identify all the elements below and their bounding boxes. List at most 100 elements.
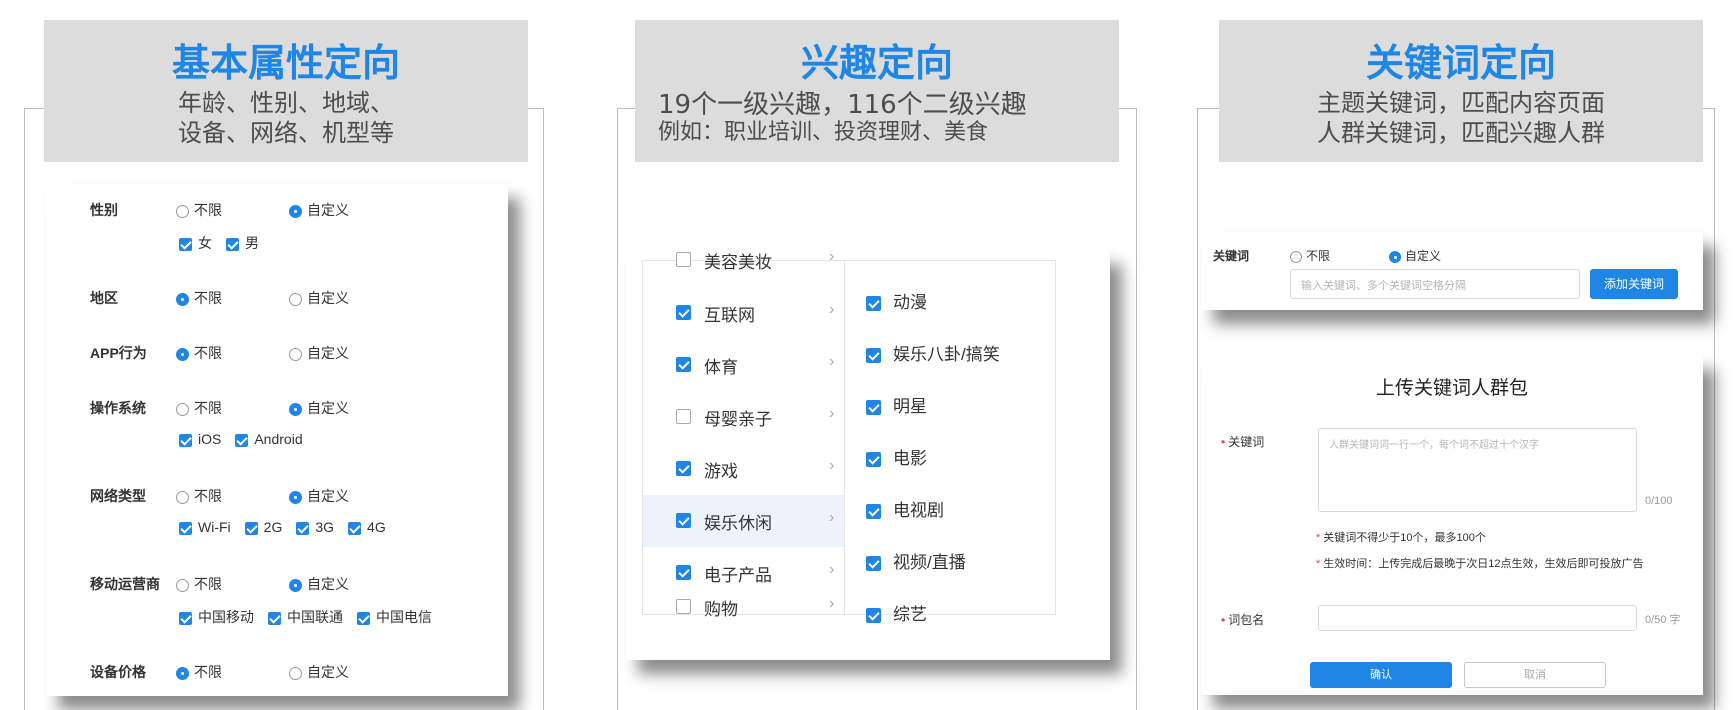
checkbox-checked-icon <box>179 611 192 625</box>
radio-checked-icon <box>289 578 302 592</box>
cancel-button[interactable]: 取消 <box>1464 662 1606 688</box>
panel3-subtitle-2: 人群关键词，匹配兴趣人群 <box>1317 119 1605 147</box>
region-unlimited-option[interactable]: 不限 <box>176 288 222 308</box>
carrier-unlimited-option[interactable]: 不限 <box>176 574 222 594</box>
interest-item-shopping[interactable]: 购物 › <box>643 591 844 619</box>
keyword-custom-option[interactable]: 自定义 <box>1389 247 1441 264</box>
panel2-banner: 兴趣定向 19个一级兴趣，116个二级兴趣 例如：职业培训、投资理财、美食 <box>635 20 1119 162</box>
gender-unlimited-option[interactable]: 不限 <box>176 200 222 220</box>
checkbox-checked-icon <box>676 357 691 372</box>
checkbox-checked-icon <box>235 433 249 447</box>
os-ios-checkbox[interactable]: iOS <box>179 431 221 447</box>
gender-sub-options: 女男 <box>179 233 273 253</box>
sub-interest-video-live[interactable]: 视频/直播 <box>866 548 966 573</box>
confirm-button[interactable]: 确认 <box>1310 662 1452 688</box>
chevron-right-icon: › <box>829 353 835 370</box>
checkbox-icon <box>676 252 691 267</box>
radio-checked-icon <box>176 292 189 306</box>
app-behavior-custom-option[interactable]: 自定义 <box>289 343 349 363</box>
keyword-card: 关键词 不限 自定义 输入关键词、多个关键词空格分隔 添加关键词 <box>1201 232 1703 310</box>
radio-icon <box>289 292 302 306</box>
app-behavior-label: APP行为 <box>90 345 147 361</box>
interest-item-beauty[interactable]: 美容美妆 › <box>643 247 844 277</box>
keyword-input[interactable]: 输入关键词、多个关键词空格分隔 <box>1290 269 1580 299</box>
os-label: 操作系统 <box>90 400 146 416</box>
sub-interest-celebrity[interactable]: 明星 <box>866 392 927 417</box>
carrier-label: 移动运营商 <box>90 576 160 592</box>
interest-item-parenting[interactable]: 母婴亲子 › <box>643 391 844 443</box>
radio-checked-icon <box>289 204 302 218</box>
gender-custom-option[interactable]: 自定义 <box>289 200 349 220</box>
device-price-custom-option[interactable]: 自定义 <box>289 662 349 682</box>
package-name-label: • 词包名 <box>1221 613 1265 627</box>
radio-icon <box>176 490 189 504</box>
network-custom-option[interactable]: 自定义 <box>289 486 349 506</box>
checkbox-checked-icon <box>179 433 192 447</box>
gender-label: 性别 <box>90 202 118 218</box>
interest-item-games[interactable]: 游戏 › <box>643 443 844 495</box>
package-name-input[interactable] <box>1318 605 1637 631</box>
checkbox-checked-icon <box>244 521 258 535</box>
checkbox-checked-icon <box>866 296 881 312</box>
network-4g-checkbox[interactable]: 4G <box>348 519 386 535</box>
checkbox-checked-icon <box>179 521 192 535</box>
sub-interest-variety[interactable]: 综艺 <box>866 600 927 625</box>
radio-checked-icon <box>176 666 189 680</box>
gender-male-checkbox[interactable]: 男 <box>226 235 259 251</box>
panel1-subtitle-2: 设备、网络、机型等 <box>178 119 394 147</box>
sub-interest-gossip[interactable]: 娱乐八卦/搞笑 <box>866 340 1000 365</box>
primary-interest-list: 美容美妆 › 互联网 › 体育 › 母婴亲子 › 游戏 › 娱乐休闲 › 电子产… <box>642 248 844 619</box>
radio-icon <box>176 204 189 218</box>
chevron-right-icon: › <box>829 457 835 474</box>
os-unlimited-option[interactable]: 不限 <box>176 398 222 418</box>
network-unlimited-option[interactable]: 不限 <box>176 486 222 506</box>
sub-interest-tv-series[interactable]: 电视剧 <box>866 496 944 521</box>
upload-dialog-title: 上传关键词人群包 <box>1375 377 1528 399</box>
keyword-textarea[interactable]: 人群关键词词一行一个，每个词不超过十个汉字 <box>1318 428 1637 512</box>
upload-keyword-label: • 关键词 <box>1221 435 1265 449</box>
network-2g-checkbox[interactable]: 2G <box>244 519 282 535</box>
sub-interest-movie[interactable]: 电影 <box>866 444 927 469</box>
device-price-unlimited-option[interactable]: 不限 <box>176 662 222 682</box>
upload-keyword-card: 上传关键词人群包 • 关键词 人群关键词词一行一个，每个词不超过十个汉字 0/10… <box>1201 355 1703 695</box>
interest-item-entertainment[interactable]: 娱乐休闲 › <box>643 495 844 547</box>
effective-time-note: * 生效时间：上传完成后最晚于次日12点生效，生效后即可投放广告 <box>1316 558 1644 570</box>
os-custom-option[interactable]: 自定义 <box>289 398 349 418</box>
interest-item-internet[interactable]: 互联网 › <box>643 287 844 339</box>
panel3-subtitle-1: 主题关键词，匹配内容页面 <box>1317 89 1605 117</box>
checkbox-checked-icon <box>676 565 691 580</box>
radio-checked-icon <box>1389 250 1401 263</box>
network-type-label: 网络类型 <box>90 488 146 504</box>
secondary-interest-list: 动漫 娱乐八卦/搞笑 明星 电影 电视剧 视频/直播 综艺 <box>844 260 1056 624</box>
checkbox-checked-icon <box>866 608 881 624</box>
carrier-cmcc-checkbox[interactable]: 中国移动 <box>179 609 254 625</box>
device-price-label: 设备价格 <box>90 664 146 680</box>
chevron-right-icon: › <box>829 248 835 265</box>
gender-female-checkbox[interactable]: 女 <box>179 235 212 251</box>
region-custom-option[interactable]: 自定义 <box>289 288 349 308</box>
basic-attributes-card: 性别 不限 自定义 女男 地区 不限 自定义 APP行为 不限 自定义 操作系统… <box>46 184 508 696</box>
radio-checked-icon <box>289 490 302 504</box>
chevron-right-icon: › <box>829 595 835 612</box>
network-3g-checkbox[interactable]: 3G <box>296 519 334 535</box>
carrier-unicom-checkbox[interactable]: 中国联通 <box>268 609 343 625</box>
checkbox-icon <box>676 599 691 614</box>
chevron-right-icon: › <box>829 561 835 578</box>
interest-item-sports[interactable]: 体育 › <box>643 339 844 391</box>
carrier-sub-options: 中国移动 中国联通 中国电信 <box>179 607 446 627</box>
network-wifi-checkbox[interactable]: Wi-Fi <box>179 519 231 535</box>
carrier-telecom-checkbox[interactable]: 中国电信 <box>357 609 432 625</box>
checkbox-checked-icon <box>348 521 362 535</box>
keyword-unlimited-option[interactable]: 不限 <box>1290 247 1330 264</box>
os-android-checkbox[interactable]: Android <box>235 431 303 447</box>
keyword-rule-note: * 关键词不得少于10个，最多100个 <box>1316 532 1486 544</box>
panel1-title: 基本属性定向 <box>171 41 400 85</box>
sub-interest-anime[interactable]: 动漫 <box>866 288 927 313</box>
add-keyword-button[interactable]: 添加关键词 <box>1590 269 1678 299</box>
radio-checked-icon <box>176 347 189 361</box>
radio-icon <box>289 347 302 361</box>
panel3-banner: 关键词定向 主题关键词，匹配内容页面 人群关键词，匹配兴趣人群 <box>1219 20 1703 162</box>
carrier-custom-option[interactable]: 自定义 <box>289 574 349 594</box>
keyword-count: 0/100 <box>1645 495 1673 507</box>
app-behavior-unlimited-option[interactable]: 不限 <box>176 343 222 363</box>
